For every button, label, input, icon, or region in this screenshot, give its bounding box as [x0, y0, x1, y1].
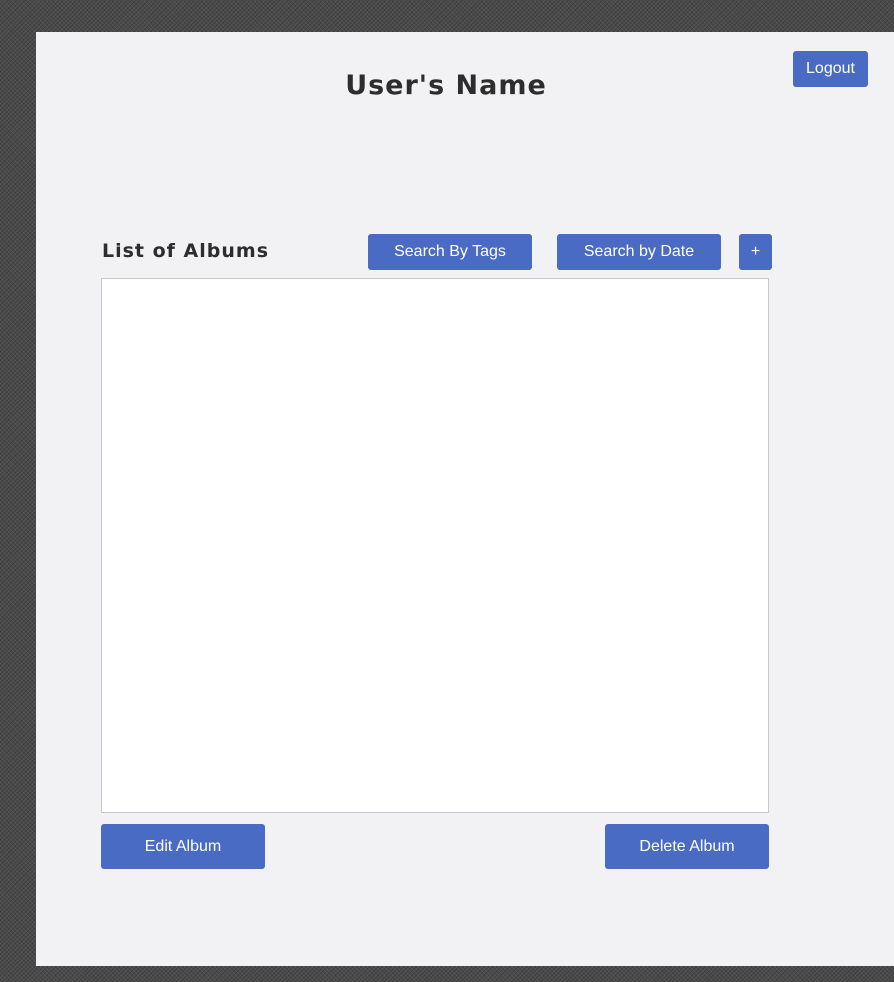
search-by-tags-button[interactable]: Search By Tags	[368, 234, 532, 270]
main-window: Logout User's Name List of Albums Search…	[36, 32, 894, 966]
page-title: User's Name	[345, 70, 547, 101]
album-list[interactable]	[101, 278, 769, 813]
search-by-date-button[interactable]: Search by Date	[557, 234, 721, 270]
albums-section-title: List of Albums	[102, 240, 270, 262]
delete-album-button[interactable]: Delete Album	[605, 824, 769, 869]
add-album-button[interactable]: +	[739, 234, 772, 270]
edit-album-button[interactable]: Edit Album	[101, 824, 265, 869]
